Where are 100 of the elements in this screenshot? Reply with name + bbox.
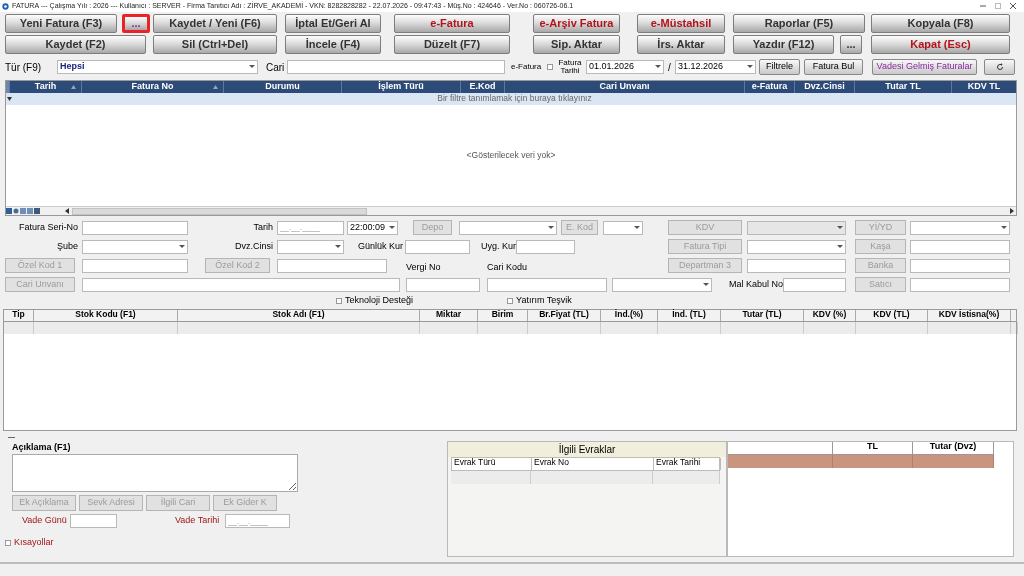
column-header[interactable]: Evrak Türü <box>452 458 532 470</box>
invoice-type-dropdown[interactable] <box>747 239 846 254</box>
start-date-field[interactable]: 01.01.2026 <box>586 60 664 74</box>
special-code-field[interactable] <box>82 258 188 273</box>
header-indicator-icon <box>6 81 9 93</box>
checkbox[interactable] <box>336 298 342 304</box>
account-code-label: Cari Kodu <box>487 263 529 273</box>
toolbar-button[interactable]: e-Müstahsil <box>637 14 725 33</box>
close-icon[interactable] <box>1010 3 1016 9</box>
filter-button[interactable]: Vadesi Gelmiş Faturalar <box>872 59 977 75</box>
account-code-field[interactable] <box>487 277 607 292</box>
due-date-field[interactable]: __.__.____ <box>225 514 290 529</box>
time-field[interactable]: 22:00:09 <box>347 220 398 235</box>
efatura-checkbox[interactable] <box>547 64 553 70</box>
column-header[interactable]: Tutar (TL) <box>721 310 804 321</box>
date-label: Tarih <box>252 222 273 233</box>
column-header[interactable]: Br.Fiyat (TL) <box>528 310 601 321</box>
toolbar-button[interactable]: Kopyala (F8) <box>871 14 1010 33</box>
column-header[interactable]: Evrak Tarihi <box>654 458 721 470</box>
column-header[interactable]: İnd. (TL) <box>658 310 721 321</box>
panel-title: İlgili Evraklar <box>448 442 726 457</box>
toolbar-button[interactable]: ... <box>122 14 150 33</box>
refresh-button[interactable] <box>984 59 1015 75</box>
toolbar-button[interactable]: Kaydet (F2) <box>5 35 146 54</box>
toolbar-button[interactable]: İptal Et/Geri Al <box>285 14 381 33</box>
department-field[interactable] <box>747 258 846 273</box>
bank-field[interactable] <box>910 258 1010 273</box>
code-dropdown[interactable] <box>603 220 643 235</box>
column-header[interactable]: KDV (TL) <box>856 310 928 321</box>
toolbar-button[interactable]: Yazdır (F12) <box>733 35 834 54</box>
column-header[interactable]: Tip <box>4 310 34 321</box>
shortcuts-checkbox[interactable] <box>5 540 11 547</box>
branch-dropdown[interactable] <box>82 239 188 254</box>
toolbar-button[interactable]: Yeni Fatura (F3) <box>5 14 117 33</box>
efatura-label: e-Fatura <box>511 63 543 71</box>
filter-button[interactable]: Filtrele <box>759 59 800 75</box>
checkbox[interactable] <box>507 298 514 304</box>
splitter-grip-icon[interactable] <box>8 436 15 440</box>
due-days-field[interactable] <box>70 514 117 529</box>
scrollbar-thumb[interactable] <box>72 207 367 215</box>
filter-button[interactable]: Fatura Bul <box>804 59 863 75</box>
receipt-no-label: Mal Kabul No <box>729 279 781 290</box>
end-date-field[interactable]: 31.12.2026 <box>675 60 756 74</box>
applied-rate-field[interactable] <box>516 239 575 254</box>
branch-label: Şube <box>55 241 78 252</box>
toolbar-button[interactable]: İncele (F4) <box>285 35 381 54</box>
checkbox-label: Teknoloji Desteği <box>345 296 414 306</box>
daily-rate-label: Günlük Kur <box>358 241 402 252</box>
toolbar-button[interactable]: e-Arşiv Fatura <box>533 14 620 33</box>
column-header[interactable]: KDV (%) <box>804 310 856 321</box>
tax-no-label: Vergi No <box>406 263 442 273</box>
table-row[interactable] <box>451 471 720 484</box>
table-row[interactable] <box>4 322 1016 334</box>
receipt-no-field[interactable] <box>783 277 846 292</box>
checkbox-label: Yatırım Teşvik <box>516 296 572 306</box>
column-header[interactable]: KDV İstisna(%) <box>928 310 1011 321</box>
type-label: Tür (F9) <box>5 61 43 73</box>
column-header[interactable]: İnd.(%) <box>601 310 658 321</box>
column-header[interactable]: Stok Kodu (F1) <box>34 310 178 321</box>
warehouse-dropdown[interactable] <box>459 220 557 235</box>
date-field[interactable]: __.__.____ <box>277 220 344 235</box>
sort-arrow-icon <box>71 85 76 89</box>
toolbar-button[interactable]: Sip. Aktar <box>533 35 620 54</box>
account-dropdown[interactable] <box>612 277 712 292</box>
daily-rate-field[interactable] <box>405 239 470 254</box>
toolbar-button[interactable]: Düzelt (F7) <box>394 35 510 54</box>
maximize-icon[interactable] <box>995 3 1001 9</box>
special-code-field[interactable] <box>277 258 387 273</box>
toolbar-button[interactable]: İrs. Aktar <box>637 35 725 54</box>
currency-dropdown[interactable] <box>277 239 344 254</box>
toolbar-button[interactable]: ... <box>840 35 862 54</box>
cash-field[interactable] <box>910 239 1010 254</box>
due-days-label: Vade Günü <box>22 516 68 527</box>
currency-label: Dvz.Cinsi <box>234 241 273 252</box>
description-field[interactable] <box>12 453 298 492</box>
account-title-field[interactable] <box>82 277 400 292</box>
type-dropdown[interactable]: Hepsi <box>57 60 258 74</box>
seller-field[interactable] <box>910 277 1010 292</box>
yi-yd-dropdown[interactable] <box>910 220 1010 235</box>
minimize-icon[interactable] <box>980 3 986 8</box>
serial-label: Fatura Seri-No <box>17 222 78 233</box>
account-field[interactable] <box>287 60 505 74</box>
column-header[interactable]: Stok Adı (F1) <box>178 310 420 321</box>
filter-row-icon <box>7 96 12 102</box>
toolbar-button[interactable]: Sil (Ctrl+Del) <box>153 35 277 54</box>
filter-hint[interactable]: Bir filtre tanımlamak için buraya tıklayınız <box>437 94 592 104</box>
sort-arrow-icon <box>213 85 218 89</box>
scroll-right-icon[interactable] <box>1008 207 1016 215</box>
toolbar-button[interactable]: e-Fatura <box>394 14 510 33</box>
column-header[interactable]: Evrak No <box>532 458 654 470</box>
serial-field[interactable] <box>82 220 188 235</box>
scroll-left-icon[interactable] <box>63 207 71 215</box>
toolbar-button[interactable]: Kaydet / Yeni (F6) <box>153 14 277 33</box>
column-header[interactable]: Birim <box>478 310 528 321</box>
account-label: Cari <box>266 61 285 73</box>
toolbar-button[interactable]: Raporlar (F5) <box>733 14 865 33</box>
toolbar-button[interactable]: Kapat (Esc) <box>871 35 1010 54</box>
refresh-icon <box>995 62 1004 71</box>
column-header[interactable]: Miktar <box>420 310 478 321</box>
tax-no-field[interactable] <box>406 277 480 292</box>
